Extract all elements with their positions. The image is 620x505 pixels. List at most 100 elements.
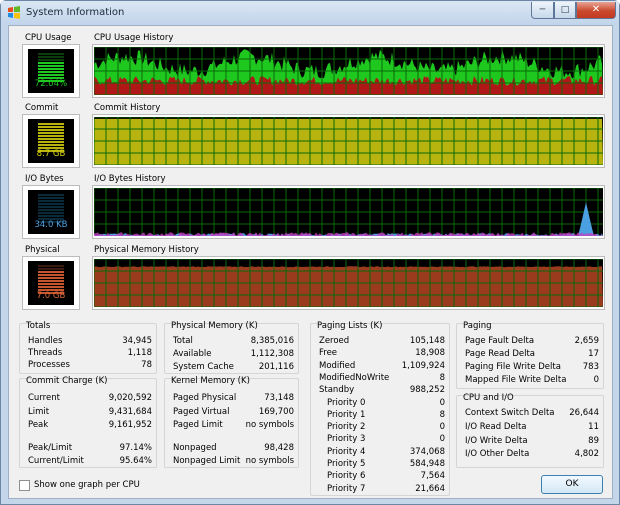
app-icon xyxy=(8,6,20,19)
paging-value: 0 xyxy=(593,375,599,385)
paging-list-value: 105,148 xyxy=(409,336,445,346)
kernel-memory-value: 73,148 xyxy=(264,393,294,403)
title-bar[interactable]: System Information ─ □ ✕ xyxy=(1,1,619,25)
gauge-bar xyxy=(38,206,64,208)
kernel-memory-row: Paged Physical 73,148 xyxy=(173,393,294,405)
gauge-bar xyxy=(38,53,64,55)
io-bytes-value: 34.0 KB xyxy=(34,220,68,230)
io-history-graph xyxy=(94,188,603,236)
gauge-bar xyxy=(38,277,64,279)
commit-charge-title: Commit Charge (K) xyxy=(26,376,108,386)
physical-memory-row: System Cache 201,116 xyxy=(173,362,294,374)
paging-group: Paging Page Fault Delta 2,659 Page Read De… xyxy=(456,321,604,389)
totals-value: 78 xyxy=(141,360,152,370)
close-button[interactable]: ✕ xyxy=(576,2,616,19)
ok-button[interactable]: OK xyxy=(541,475,603,494)
commit-charge-group: Commit Charge (K) Current 9,020,592 Limit 9… xyxy=(19,376,157,468)
system-information-window: System Information ─ □ ✕ CPU Usage CPU U… xyxy=(0,0,620,505)
kernel-memory-group: Kernel Memory (K) Paged Physical 73,148 Pa… xyxy=(164,376,299,468)
gauge-bar xyxy=(38,138,64,140)
minimize-button[interactable]: ─ xyxy=(531,2,554,19)
paging-list-key: Priority 4 xyxy=(327,446,366,457)
totals-row: Processes 78 xyxy=(28,360,152,372)
totals-row: Threads 1,118 xyxy=(28,348,152,360)
physical-frame: 7.0 GB xyxy=(22,256,80,310)
commit-history-label: Commit History xyxy=(94,103,161,113)
physical-memory-row: Total 8,385,016 xyxy=(173,336,294,348)
commit-area xyxy=(94,118,603,165)
paging-list-row: Zeroed 105,148 xyxy=(319,336,445,348)
commit-value: 8.7 GB xyxy=(36,149,66,159)
physical-memory-value: 8,385,016 xyxy=(250,336,294,346)
one-graph-per-cpu-label[interactable]: Show one graph per CPU xyxy=(34,480,140,490)
client-area: CPU Usage CPU Usage History 72.04% Commi… xyxy=(8,25,613,499)
gauge-bar xyxy=(38,209,64,211)
paging-list-value: 0 xyxy=(439,422,445,433)
gauge-bar xyxy=(38,194,64,196)
paging-list-row: Free 18,908 xyxy=(319,348,445,360)
gauge-bar xyxy=(38,283,64,285)
paging-list-value: 584,948 xyxy=(409,459,445,469)
commit-charge-key: Peak xyxy=(28,420,49,430)
window-title: System Information xyxy=(26,7,125,18)
io-bytes-gauge: 34.0 KB xyxy=(28,190,74,234)
gauge-bar xyxy=(38,65,64,67)
physical-history-label: Physical Memory History xyxy=(94,245,199,255)
paging-list-value: 988,252 xyxy=(409,385,445,396)
commit-charge-key: Current xyxy=(28,393,60,403)
kernel-memory-value: no symbols xyxy=(245,456,294,466)
paging-list-row: Priority 5 584,948 xyxy=(319,459,445,471)
physical-gauge: 7.0 GB xyxy=(28,261,74,305)
cpu-io-value: 26,644 xyxy=(569,408,599,418)
paging-row: Page Read Delta 17 xyxy=(465,349,599,361)
commit-charge-key: Limit xyxy=(28,406,50,417)
paging-list-row: Modified 1,109,924 xyxy=(319,361,445,373)
io-bytes-label: I/O Bytes xyxy=(25,174,64,184)
paging-list-value: 7,564 xyxy=(420,471,445,482)
gauge-bar xyxy=(38,144,64,146)
cpu-io-row: I/O Other Delta 4,802 xyxy=(465,449,599,461)
kernel-memory-row: Nonpaged Limit no symbols xyxy=(173,456,294,468)
paging-list-value: 21,664 xyxy=(415,483,445,494)
paging-list-key: Free xyxy=(319,348,338,359)
kernel-memory-value: 98,428 xyxy=(264,442,294,453)
commit-charge-value: 97.14% xyxy=(119,442,152,453)
commit-label: Commit xyxy=(25,103,59,113)
physical-history-frame xyxy=(92,256,605,310)
cpu-io-row: I/O Read Delta 11 xyxy=(465,422,599,434)
physical-memory-value: 1,112,308 xyxy=(250,349,294,359)
totals-value: 1,118 xyxy=(127,348,152,358)
cpu-usage-label: CPU Usage xyxy=(25,33,72,43)
paging-list-row: Standby 988,252 xyxy=(319,385,445,397)
io-history-label: I/O Bytes History xyxy=(94,174,166,184)
paging-list-key: Priority 7 xyxy=(327,483,366,494)
maximize-button[interactable]: □ xyxy=(554,2,576,19)
paging-list-value: 18,908 xyxy=(415,348,445,359)
commit-charge-value: 9,431,684 xyxy=(108,406,152,417)
commit-history-graph xyxy=(94,117,603,165)
gauge-bar xyxy=(38,271,64,273)
paging-list-row: ModifiedNoWrite 8 xyxy=(319,373,445,385)
paging-list-row: Priority 0 0 xyxy=(319,398,445,410)
commit-frame: 8.7 GB xyxy=(22,114,80,168)
one-graph-per-cpu-checkbox[interactable] xyxy=(19,480,30,491)
kernel-memory-row: Nonpaged 98,428 xyxy=(173,443,294,455)
commit-charge-key: Current/Limit xyxy=(28,456,84,466)
gauge-bar xyxy=(38,197,64,199)
cpu-io-title: CPU and I/O xyxy=(463,393,514,403)
gauge-bar xyxy=(38,74,64,76)
cpu-io-row: Context Switch Delta 26,644 xyxy=(465,408,599,420)
kernel-memory-key: Paged Virtual xyxy=(173,406,230,417)
paging-list-key: ModifiedNoWrite xyxy=(319,372,390,383)
paging-list-row: Priority 7 21,664 xyxy=(319,484,445,496)
commit-charge-value: 9,020,592 xyxy=(108,393,152,403)
paging-list-value: 0 xyxy=(439,397,445,408)
physical-memory-key: Total xyxy=(173,336,193,346)
gauge-bar xyxy=(38,59,64,61)
gauge-bar xyxy=(38,268,64,270)
paging-list-key: Priority 6 xyxy=(327,471,366,482)
physical-label: Physical xyxy=(25,245,60,255)
paging-value: 17 xyxy=(588,349,599,359)
paging-row: Paging File Write Delta 783 xyxy=(465,362,599,374)
paging-list-key: Priority 3 xyxy=(327,434,366,445)
